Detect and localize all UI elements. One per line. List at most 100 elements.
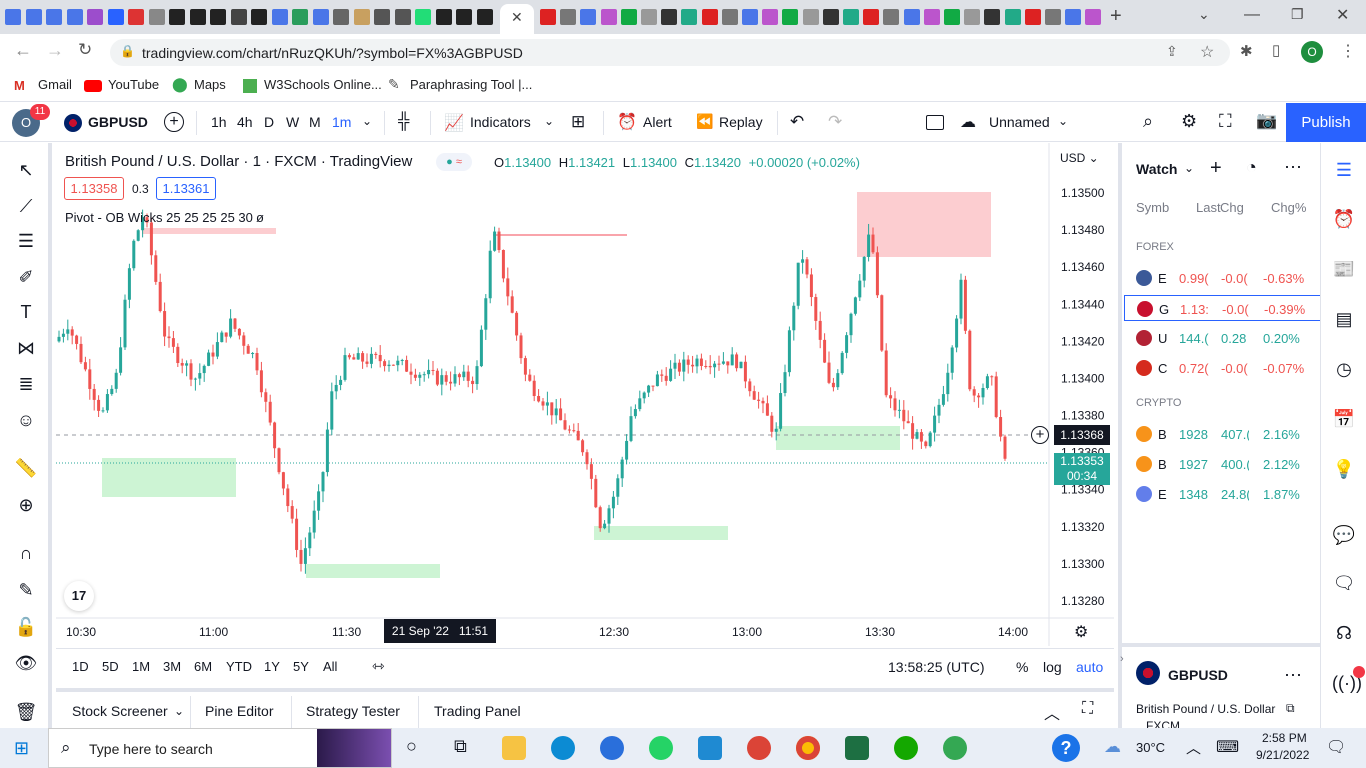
crypto-row[interactable]: E 1348 24.8(1.87% bbox=[1136, 481, 1322, 507]
tab-favicon[interactable] bbox=[822, 9, 839, 25]
fullscreen-icon[interactable]: ⛶ bbox=[1219, 111, 1232, 132]
tab-favicon[interactable] bbox=[782, 9, 799, 25]
pattern-icon[interactable]: ⋈ bbox=[14, 336, 38, 360]
close-window-icon[interactable]: ✕ bbox=[1336, 5, 1349, 25]
tab-favicon[interactable] bbox=[580, 9, 597, 25]
tab-favicon[interactable] bbox=[148, 9, 165, 25]
tab-favicon[interactable] bbox=[169, 9, 185, 25]
legend-title[interactable]: British Pound / U.S. Dollar · 1 · FXCM ·… bbox=[65, 153, 412, 170]
range-1d[interactable]: 1D bbox=[72, 659, 89, 674]
help-icon[interactable]: ☊ bbox=[1332, 621, 1356, 645]
bookmark-gmail[interactable]: Gmail bbox=[38, 77, 72, 92]
reload-icon[interactable]: ↻ bbox=[78, 40, 92, 60]
chrome-alt-icon[interactable] bbox=[943, 736, 967, 760]
forex-row[interactable]: G 1.13: -0.0(-0.39% bbox=[1124, 295, 1322, 321]
tab-favicon[interactable] bbox=[66, 9, 83, 25]
tab-strategy-tester[interactable]: Strategy Tester bbox=[306, 703, 400, 719]
range-6m[interactable]: 6M bbox=[194, 659, 212, 674]
draw-lock-icon[interactable]: ✎ bbox=[14, 578, 38, 602]
tab-favicon[interactable] bbox=[292, 9, 308, 25]
watchlist-dropdown-icon[interactable]: ⌄ bbox=[1184, 161, 1194, 175]
tab-favicon[interactable] bbox=[802, 9, 819, 25]
utc-clock[interactable]: 13:58:25 (UTC) bbox=[888, 659, 984, 675]
bookmark-w3schools[interactable]: W3Schools Online... bbox=[264, 77, 382, 92]
tab-favicon[interactable] bbox=[353, 9, 370, 25]
compare-add-icon[interactable]: + bbox=[164, 112, 184, 132]
candle-type-icon[interactable]: ╬ bbox=[398, 113, 409, 131]
vscode-icon[interactable] bbox=[698, 736, 722, 760]
tab-favicon[interactable] bbox=[641, 9, 657, 25]
tab-favicon[interactable] bbox=[1024, 9, 1041, 25]
tab-favicon[interactable] bbox=[128, 9, 144, 25]
excel-icon[interactable] bbox=[845, 736, 869, 760]
redo-icon[interactable]: ↷ bbox=[828, 112, 842, 132]
side-panel-icon[interactable]: ▯ bbox=[1272, 41, 1280, 59]
forex-row[interactable]: E 0.99(-0.0(-0.63% bbox=[1136, 265, 1322, 291]
interval-m[interactable]: M bbox=[309, 114, 321, 130]
indicators-dropdown-icon[interactable]: ⌄ bbox=[544, 114, 554, 128]
range-1m[interactable]: 1M bbox=[132, 659, 150, 674]
range-5y[interactable]: 5Y bbox=[293, 659, 309, 674]
crypto-row[interactable]: B 1928! 407.(2.16% bbox=[1136, 421, 1322, 447]
active-tab[interactable]: ✕ bbox=[500, 4, 534, 34]
clock-time[interactable]: 2:58 PM bbox=[1262, 731, 1307, 745]
add-alert-plus-icon[interactable]: + bbox=[1031, 426, 1049, 444]
screenshot-icon[interactable]: 📷 bbox=[1256, 111, 1277, 131]
log-toggle[interactable]: log bbox=[1043, 659, 1062, 675]
auto-toggle[interactable]: auto bbox=[1076, 659, 1103, 675]
forex-header[interactable]: FOREX bbox=[1136, 241, 1174, 253]
fib-icon[interactable]: ☰ bbox=[14, 229, 38, 253]
tab-favicon[interactable] bbox=[5, 9, 21, 25]
sell-price-box[interactable]: 1.13358 bbox=[64, 177, 124, 200]
col-last[interactable]: Last bbox=[1196, 200, 1221, 215]
chart-pane[interactable]: 1.13500 1.13480 1.13460 1.13440 1.13420 1.134… bbox=[56, 143, 1114, 646]
tab-favicon[interactable] bbox=[210, 9, 226, 25]
layout-select-icon[interactable] bbox=[926, 115, 944, 130]
bookmark-youtube[interactable]: YouTube bbox=[108, 77, 159, 92]
tab-close-icon[interactable]: ✕ bbox=[511, 9, 523, 26]
tab-favicon[interactable] bbox=[435, 9, 452, 25]
url-text[interactable]: tradingview.com/chart/nRuzQKUh/?symbol=F… bbox=[142, 45, 523, 61]
tab-stock-screener[interactable]: Stock Screener bbox=[72, 703, 168, 719]
screener-dropdown-icon[interactable]: ⌄ bbox=[174, 704, 184, 718]
omnibox[interactable]: 🔒 tradingview.com/chart/nRuzQKUh/?symbol… bbox=[110, 39, 1230, 66]
maximize-panel-icon[interactable]: ⛶ bbox=[1082, 700, 1093, 718]
notifications-icon[interactable]: 🗨 bbox=[1326, 737, 1346, 757]
tab-favicon[interactable] bbox=[560, 9, 577, 25]
tab-favicon[interactable] bbox=[394, 9, 411, 25]
data-window-icon[interactable]: ▤ bbox=[1332, 307, 1356, 331]
upwork-icon[interactable] bbox=[894, 736, 918, 760]
tab-favicon[interactable] bbox=[251, 9, 267, 25]
minimize-icon[interactable]: — bbox=[1244, 6, 1260, 24]
streams-icon[interactable]: ((·)) bbox=[1332, 671, 1362, 695]
tab-favicon[interactable] bbox=[1065, 9, 1082, 25]
chats-icon[interactable]: 💬 bbox=[1332, 523, 1356, 547]
brush-icon[interactable]: ✐ bbox=[14, 265, 38, 289]
tab-favicon[interactable] bbox=[863, 9, 880, 25]
tab-favicon[interactable] bbox=[189, 9, 206, 25]
publish-button[interactable]: Publish bbox=[1286, 103, 1366, 142]
messages-icon[interactable]: 🗨 bbox=[1332, 571, 1356, 595]
tab-favicon[interactable] bbox=[984, 9, 1001, 25]
tab-favicon[interactable] bbox=[843, 9, 859, 25]
bookmark-paraphrasing[interactable]: Paraphrasing Tool |... bbox=[410, 77, 532, 92]
temperature[interactable]: 30°C bbox=[1136, 740, 1165, 755]
search-icon[interactable]: ⌕ bbox=[1143, 111, 1153, 132]
tray-chevron-icon[interactable]: ︿ bbox=[1186, 737, 1201, 758]
bookmark-maps[interactable]: Maps bbox=[194, 77, 226, 92]
tab-favicon[interactable] bbox=[107, 9, 124, 25]
prediction-icon[interactable]: ≣ bbox=[14, 372, 38, 396]
tab-favicon[interactable] bbox=[620, 9, 637, 25]
trend-line-icon[interactable]: ⟋ bbox=[14, 194, 38, 218]
tab-favicon[interactable] bbox=[883, 9, 900, 25]
tab-favicon[interactable] bbox=[661, 9, 678, 25]
eye-icon[interactable]: 👁 bbox=[14, 651, 38, 675]
ruler-icon[interactable]: 📏 bbox=[14, 456, 38, 480]
tab-favicon[interactable] bbox=[540, 9, 556, 25]
details-name[interactable]: British Pound / U.S. Dollar bbox=[1136, 702, 1275, 716]
extensions-icon[interactable]: ✱ bbox=[1240, 42, 1253, 60]
tab-favicon[interactable] bbox=[1085, 9, 1102, 25]
news-icon[interactable]: 📰 bbox=[1332, 257, 1356, 281]
replay-button[interactable]: Replay bbox=[719, 114, 763, 130]
tab-favicon[interactable] bbox=[903, 9, 920, 25]
